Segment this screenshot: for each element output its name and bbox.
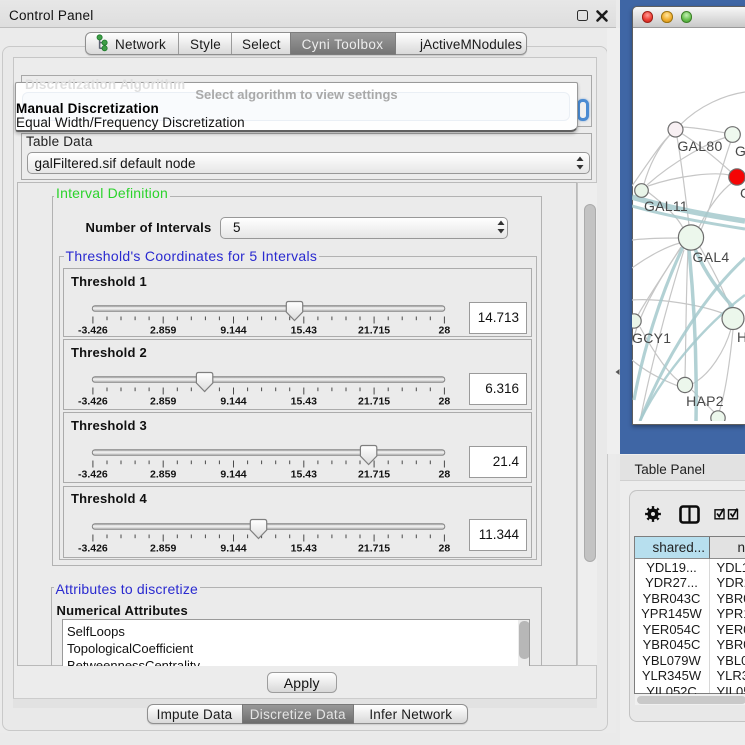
svg-text:28: 28 xyxy=(439,325,451,337)
svg-text:9.144: 9.144 xyxy=(220,469,246,481)
svg-text:21.715: 21.715 xyxy=(358,396,390,408)
svg-text:-3.426: -3.426 xyxy=(78,396,108,408)
svg-text:2.859: 2.859 xyxy=(150,469,176,481)
svg-text:-3.426: -3.426 xyxy=(78,542,108,554)
svg-text:HAP2: HAP2 xyxy=(686,393,724,409)
svg-text:21.715: 21.715 xyxy=(358,469,390,481)
svg-text:9.144: 9.144 xyxy=(220,542,246,554)
svg-text:GCY1: GCY1 xyxy=(632,330,671,346)
svg-text:21.715: 21.715 xyxy=(358,325,390,337)
svg-text:C: C xyxy=(740,185,745,201)
svg-text:15.43: 15.43 xyxy=(291,469,317,481)
svg-text:15.43: 15.43 xyxy=(291,325,317,337)
svg-text:21.715: 21.715 xyxy=(358,542,390,554)
svg-text:9.144: 9.144 xyxy=(220,396,246,408)
svg-text:G: G xyxy=(735,143,745,159)
svg-text:15.43: 15.43 xyxy=(291,396,317,408)
svg-text:15.43: 15.43 xyxy=(291,542,317,554)
svg-text:28: 28 xyxy=(439,469,451,481)
svg-text:2.859: 2.859 xyxy=(150,325,176,337)
svg-text:28: 28 xyxy=(439,396,451,408)
svg-text:GAL11: GAL11 xyxy=(644,198,688,214)
svg-text:H: H xyxy=(737,329,745,345)
svg-text:GAL80: GAL80 xyxy=(677,138,722,154)
svg-text:-3.426: -3.426 xyxy=(78,469,108,481)
svg-text:2.859: 2.859 xyxy=(150,396,176,408)
svg-text:GAL4: GAL4 xyxy=(693,249,730,265)
svg-text:9.144: 9.144 xyxy=(220,325,246,337)
svg-text:-3.426: -3.426 xyxy=(78,325,108,337)
svg-text:28: 28 xyxy=(439,542,451,554)
svg-text:2.859: 2.859 xyxy=(150,542,176,554)
